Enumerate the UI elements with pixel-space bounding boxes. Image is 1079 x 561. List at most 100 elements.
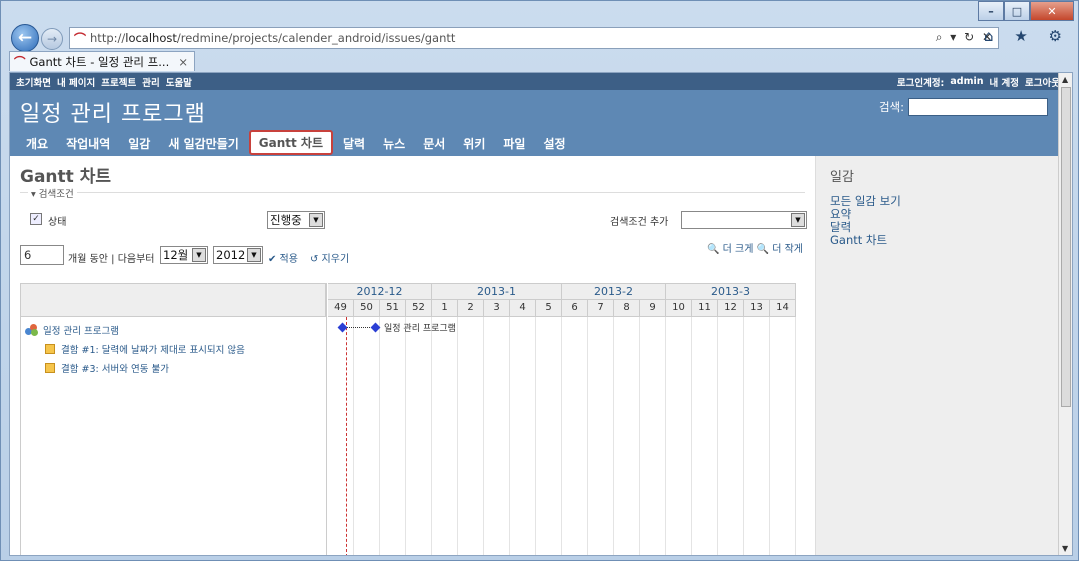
tab-files[interactable]: 파일 [495, 132, 533, 155]
project-link[interactable]: 일정 관리 프로그램 [43, 323, 119, 337]
back-button[interactable]: ← [11, 24, 39, 52]
zoom-out-link[interactable]: 더 작게 [772, 244, 803, 255]
week-gridline [483, 317, 484, 555]
tab-news[interactable]: 뉴스 [375, 132, 413, 155]
window-controls: – □ ✕ [978, 1, 1074, 21]
add-filter-select[interactable]: ▼ [681, 211, 807, 229]
subjects-header [21, 283, 326, 317]
issue-link[interactable]: 결함 #1: 달력에 날짜가 제대로 표시되지 않음 [61, 342, 245, 356]
week-gridline [795, 317, 796, 555]
logout-link[interactable]: 로그아웃 [1025, 75, 1060, 89]
months-input[interactable]: 6 [20, 245, 64, 265]
scrollbar-thumb[interactable] [1061, 87, 1071, 407]
month-select-value: 12월 [163, 248, 189, 262]
week-gridline [769, 317, 770, 555]
address-bar[interactable]: ⌒ http://localhost/redmine/projects/cale… [69, 27, 999, 49]
tab-activity[interactable]: 작업내역 [58, 132, 118, 155]
week-header-cell: 8 [614, 300, 640, 317]
tab-issues[interactable]: 일감 [120, 132, 158, 155]
tab-settings[interactable]: 설정 [535, 132, 573, 155]
week-gridline [353, 317, 354, 555]
week-header-cell: 52 [406, 300, 432, 317]
scroll-down-icon[interactable]: ▼ [1062, 544, 1068, 553]
filter-legend[interactable]: ▾ 검색조건 [28, 186, 77, 200]
top-menu: 초기화면 내 페이지 프로젝트 관리 도움말 로그인계정: admin 내 계정… [10, 73, 1072, 90]
forward-button[interactable]: → [41, 28, 63, 50]
search-input[interactable] [908, 98, 1048, 116]
tab-documents[interactable]: 문서 [415, 132, 453, 155]
week-gridline [457, 317, 458, 555]
zoom-in-icon: 🔍 [706, 244, 720, 255]
status-operator-select[interactable]: 진행중 ▼ [267, 211, 325, 229]
url-host: localhost [125, 31, 177, 45]
issue-link[interactable]: 결함 #3: 서버와 연동 불가 [61, 361, 169, 375]
search-label: 검색: [878, 100, 904, 114]
my-account-link[interactable]: 내 계정 [990, 75, 1020, 89]
week-gridline [691, 317, 692, 555]
login-user[interactable]: admin [950, 76, 983, 87]
tab-title: Gantt 차트 - 일정 관리 프... [29, 54, 170, 69]
week-gridline [743, 317, 744, 555]
status-label: 상태 [48, 217, 67, 228]
week-gridline [431, 317, 432, 555]
top-menu-projects[interactable]: 프로젝트 [101, 75, 136, 89]
issue-icon [45, 344, 55, 354]
sidebar-link-gantt[interactable]: Gantt 차트 [830, 234, 1046, 247]
clear-button[interactable]: ↺ 지우기 [310, 250, 349, 265]
zoom-in-link[interactable]: 더 크게 [723, 244, 754, 255]
zoom-controls: 🔍 더 크게 🔍 더 작게 [707, 240, 803, 255]
vertical-scrollbar[interactable]: ▲ ▼ [1058, 73, 1072, 555]
week-header-cell: 10 [666, 300, 692, 317]
week-header-cell: 2 [458, 300, 484, 317]
tab-gantt[interactable]: Gantt 차트 [248, 130, 334, 155]
sidebar-title: 일감 [830, 170, 854, 185]
week-header-cell: 7 [588, 300, 614, 317]
project-bar-label: 일정 관리 프로그램 [384, 324, 456, 334]
week-gridline [587, 317, 588, 555]
week-gridline [639, 317, 640, 555]
status-filter-row: ✓ 상태 진행중 ▼ 검색조건 추가 ▼ [30, 210, 807, 230]
top-menu-home[interactable]: 초기화면 [16, 75, 51, 89]
gantt-timeline: 2012-12 2013-1 2013-2 2013-3 49 50 51 52 1 2 3 4 5 6… [328, 283, 806, 555]
minimize-button[interactable]: – [978, 1, 1004, 21]
main-content: Gantt 차트 ▾ 검색조건 ✓ 상태 진행중 ▼ 검색조건 추가 ▼ 6 개… [10, 156, 815, 555]
month-header: 2012-12 2013-1 2013-2 2013-3 [328, 283, 796, 300]
tab-close-icon[interactable]: × [178, 55, 188, 69]
month-header-cell: 2012-12 [328, 283, 432, 300]
month-select[interactable]: 12월 ▼ [160, 246, 208, 264]
week-gridline [613, 317, 614, 555]
scroll-up-icon[interactable]: ▲ [1062, 75, 1068, 84]
browser-toolbar-icons[interactable]: ⌂ ★ ⚙ [984, 27, 1070, 45]
browser-window: – □ ✕ ← → ⌒ http://localhost/redmine/pro… [0, 0, 1079, 561]
issue-row[interactable]: 결함 #1: 달력에 날짜가 제대로 표시되지 않음 [25, 342, 245, 356]
search-box: 검색: [879, 98, 1048, 116]
project-title: 일정 관리 프로그램 [20, 102, 206, 127]
week-gridline [379, 317, 380, 555]
sidebar-link-summary[interactable]: 요약 [830, 208, 1046, 221]
project-row[interactable]: 일정 관리 프로그램 [25, 323, 119, 337]
close-window-button[interactable]: ✕ [1030, 1, 1074, 21]
top-menu-my-page[interactable]: 내 페이지 [57, 75, 95, 89]
tab-wiki[interactable]: 위키 [455, 132, 493, 155]
status-operator-value: 진행중 [270, 213, 302, 227]
tab-new-issue[interactable]: 새 일감만들기 [160, 132, 246, 155]
tab-overview[interactable]: 개요 [18, 132, 56, 155]
status-checkbox[interactable]: ✓ [30, 213, 42, 225]
tab-favicon-icon: ⌒ [14, 54, 26, 69]
issue-row[interactable]: 결함 #3: 서버와 연동 불가 [25, 361, 169, 375]
apply-button[interactable]: ✔ 적용 [268, 250, 298, 265]
week-gridline [405, 317, 406, 555]
tab-calendar[interactable]: 달력 [335, 132, 373, 155]
browser-tab[interactable]: ⌒ Gantt 차트 - 일정 관리 프... × [9, 51, 195, 71]
top-menu-admin[interactable]: 관리 [142, 75, 159, 89]
url-prefix: http:// [90, 31, 126, 45]
gantt-subjects: 일정 관리 프로그램 결함 #1: 달력에 날짜가 제대로 표시되지 않음 결함… [21, 283, 327, 555]
week-header-cell: 1 [432, 300, 458, 317]
year-select[interactable]: 2012 ▼ [213, 246, 263, 264]
maximize-button[interactable]: □ [1004, 1, 1030, 21]
issue-icon [45, 363, 55, 373]
top-menu-help[interactable]: 도움말 [166, 75, 192, 89]
chevron-down-icon: ▼ [192, 248, 206, 262]
login-label: 로그인계정: [896, 77, 945, 89]
sidebar-link-all-issues[interactable]: 모든 일감 보기 [830, 195, 1046, 208]
